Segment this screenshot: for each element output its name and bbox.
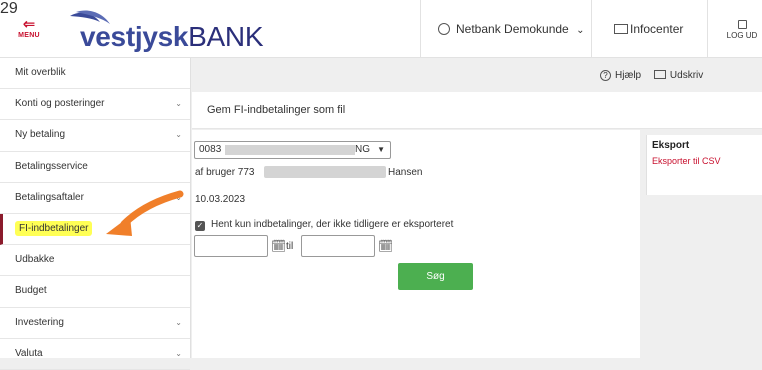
export-panel: Eksport Eksporter til CSV — [646, 135, 762, 195]
date-text: 10.03.2023 — [195, 194, 246, 205]
sidebar-item-label: Ny betaling — [15, 129, 66, 141]
arrow-pointer-icon — [106, 190, 184, 236]
sidebar-item-betalingsservice[interactable]: Betalingsservice — [0, 152, 190, 183]
sidebar-item-konti[interactable]: Konti og posteringer ⌄ — [0, 89, 190, 121]
checkbox-checked-icon: ✓ — [195, 221, 205, 231]
help-button[interactable]: ? Hjælp — [600, 70, 641, 81]
sidebar-item-label: Udbakke — [15, 254, 55, 266]
search-button[interactable]: Søg — [398, 263, 473, 290]
page-toolbar: ? Hjælp Udskriv — [600, 70, 703, 81]
sidebar-item-valuta[interactable]: Valuta ⌄ — [0, 339, 190, 370]
account-mid: 3 — [215, 144, 222, 155]
user-menu[interactable]: Netbank Demokunde ⌄ — [438, 22, 584, 36]
account-suffix: NG — [355, 144, 370, 155]
chevron-down-icon: ⌄ — [576, 25, 585, 36]
sidebar-item-mit-overblik[interactable]: Mit overblik — [0, 58, 190, 90]
by-user-surname: Hansen — [388, 167, 423, 178]
logout-button[interactable]: LOG UD — [722, 20, 762, 40]
export-csv-link[interactable]: Eksporter til CSV — [652, 156, 762, 166]
chevron-down-icon: ⌄ — [175, 130, 182, 140]
menu-button[interactable]: ⇐ MENU — [14, 16, 44, 48]
user-name: Netbank Demokunde — [456, 22, 569, 36]
logo-text-bank: BANK — [188, 21, 264, 52]
help-icon: ? — [600, 70, 611, 81]
page-title: Gem FI-indbetalinger som fil — [207, 104, 346, 116]
sidebar-item-label: Investering — [15, 316, 64, 328]
sidebar-item-label: Betalingsservice — [15, 160, 88, 172]
sidebar-item-label: Konti og posteringer — [15, 98, 105, 110]
sidebar-item-udbakke[interactable]: Udbakke — [0, 245, 190, 277]
sidebar-item-label: Budget — [15, 285, 47, 297]
to-date-input[interactable] — [301, 235, 375, 257]
chevron-down-icon: ⌄ — [175, 317, 182, 327]
sidebar-item-budget[interactable]: Budget — [0, 276, 190, 308]
printer-icon — [653, 70, 666, 79]
infocenter-label: Infocenter — [630, 22, 684, 36]
calendar-icon[interactable]: 🗓 — [378, 239, 393, 253]
logo[interactable]: vestjyskBANK — [66, 8, 264, 52]
logo-text-vestjysk: vestjysk — [80, 21, 189, 52]
chevron-down-icon: ⌄ — [175, 99, 182, 109]
account-prefix: 008 — [199, 144, 216, 155]
print-button[interactable]: Udskriv — [644, 70, 703, 81]
til-label: til — [286, 241, 294, 252]
help-label: Hjælp — [615, 70, 642, 81]
lock-icon — [737, 20, 747, 29]
account-select[interactable]: 0083 NG ▼ — [194, 141, 391, 159]
sidebar-item-label: FI-indbetalinger — [15, 220, 93, 236]
from-date-input[interactable] — [194, 235, 268, 257]
menu-label: MENU — [18, 32, 40, 39]
checkbox-label: Hent kun indbetalinger, der ikke tidlige… — [211, 219, 454, 230]
content-header: Gem FI-indbetalinger som fil — [192, 92, 762, 129]
top-bar: ⇐ MENU vestjyskBANK Netbank Demokunde ⌄ … — [0, 0, 762, 58]
user-icon — [438, 23, 450, 35]
print-label: Udskriv — [669, 70, 704, 81]
calendar-icon[interactable]: 🗓 — [271, 239, 286, 253]
menu-icon: ⇐ — [22, 16, 36, 33]
logout-label: LOG UD — [726, 31, 758, 40]
chevron-down-icon: ⌄ — [175, 348, 182, 358]
envelope-icon — [614, 24, 628, 34]
sidebar-item-investering[interactable]: Investering ⌄ — [0, 308, 190, 339]
sidebar-item-ny-betaling[interactable]: Ny betaling ⌄ — [0, 120, 190, 152]
chevron-down-icon: ▼ — [377, 145, 385, 154]
sidebar-item-label: Betalingsaftaler — [15, 191, 84, 203]
form-panel: 0083 NG ▼ af bruger 773 Hansen 10.03.202… — [192, 130, 640, 358]
sidebar-item-label: Mit overblik — [15, 67, 66, 78]
redacted-account — [225, 145, 355, 155]
by-user-text: af bruger 773 — [195, 167, 255, 178]
infocenter-button[interactable]: Infocenter — [614, 22, 683, 36]
only-new-checkbox[interactable]: ✓ Hent kun indbetalinger, der ikke tidlig… — [195, 219, 453, 231]
export-heading: Eksport — [652, 140, 690, 151]
sidebar-item-label: Valuta — [15, 347, 43, 359]
redacted-user — [264, 166, 386, 178]
